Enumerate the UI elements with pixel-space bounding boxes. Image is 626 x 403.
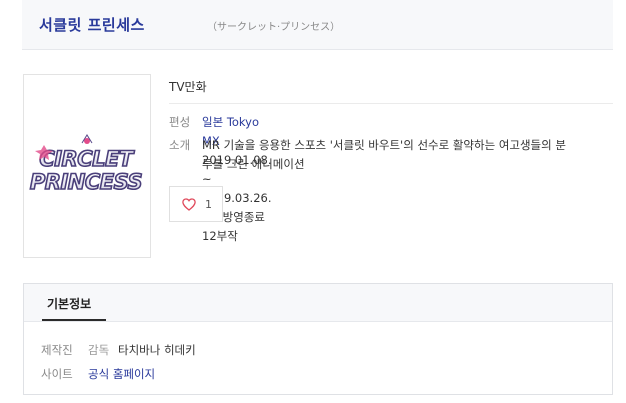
title-bar: 서클릿 프린세스 （サークレット·プリンセス） — [22, 0, 613, 50]
category-label: TV만화 — [169, 80, 207, 94]
broadcast-value: 일본 Tokyo MX 2019.01.08. ~ 2019.03.26. 방영… — [202, 113, 272, 246]
page-subtitle: （サークレット·プリンセス） — [207, 22, 341, 33]
basic-info-panel: 기본정보 제작진 감독 타치바나 히데키 사이트 공식 홈페이지 — [23, 283, 613, 395]
summary-line-1: MR 기술을 응용한 스포츠 '서클릿 바우트'의 선수로 활약하는 여고생들의… — [202, 138, 566, 152]
like-button[interactable]: 1 — [169, 186, 223, 222]
official-site-link[interactable]: 공식 홈페이지 — [88, 366, 155, 382]
summary-text: MR 기술을 응용한 스포츠 '서클릿 바우트'의 선수로 활약하는 여고생들의… — [202, 136, 614, 174]
director-name[interactable]: 타치바나 히데키 — [118, 342, 196, 358]
circlet-princess-logo: CIRCLET PRINCESS — [29, 134, 143, 195]
divider — [169, 103, 613, 104]
summary-line-2: 투를 그린 애니메이션 — [202, 157, 305, 171]
director-role-label: 감독 — [88, 343, 110, 357]
production-label: 제작진 — [41, 343, 73, 357]
logo-line1: CIRCLET — [39, 147, 135, 171]
page-title[interactable]: 서클릿 프린세스 — [39, 14, 145, 35]
tab-basic-info[interactable]: 기본정보 — [47, 295, 91, 312]
tab-bar: 기본정보 — [24, 284, 612, 322]
broadcast-label: 편성 — [169, 115, 191, 129]
poster-image[interactable]: CIRCLET PRINCESS — [23, 74, 151, 258]
heart-icon — [182, 197, 196, 211]
summary-label: 소개 — [169, 138, 191, 152]
like-count: 1 — [205, 197, 212, 211]
site-label: 사이트 — [41, 367, 73, 381]
tab-active-indicator — [42, 319, 106, 321]
logo-line2: PRINCESS — [30, 170, 142, 194]
